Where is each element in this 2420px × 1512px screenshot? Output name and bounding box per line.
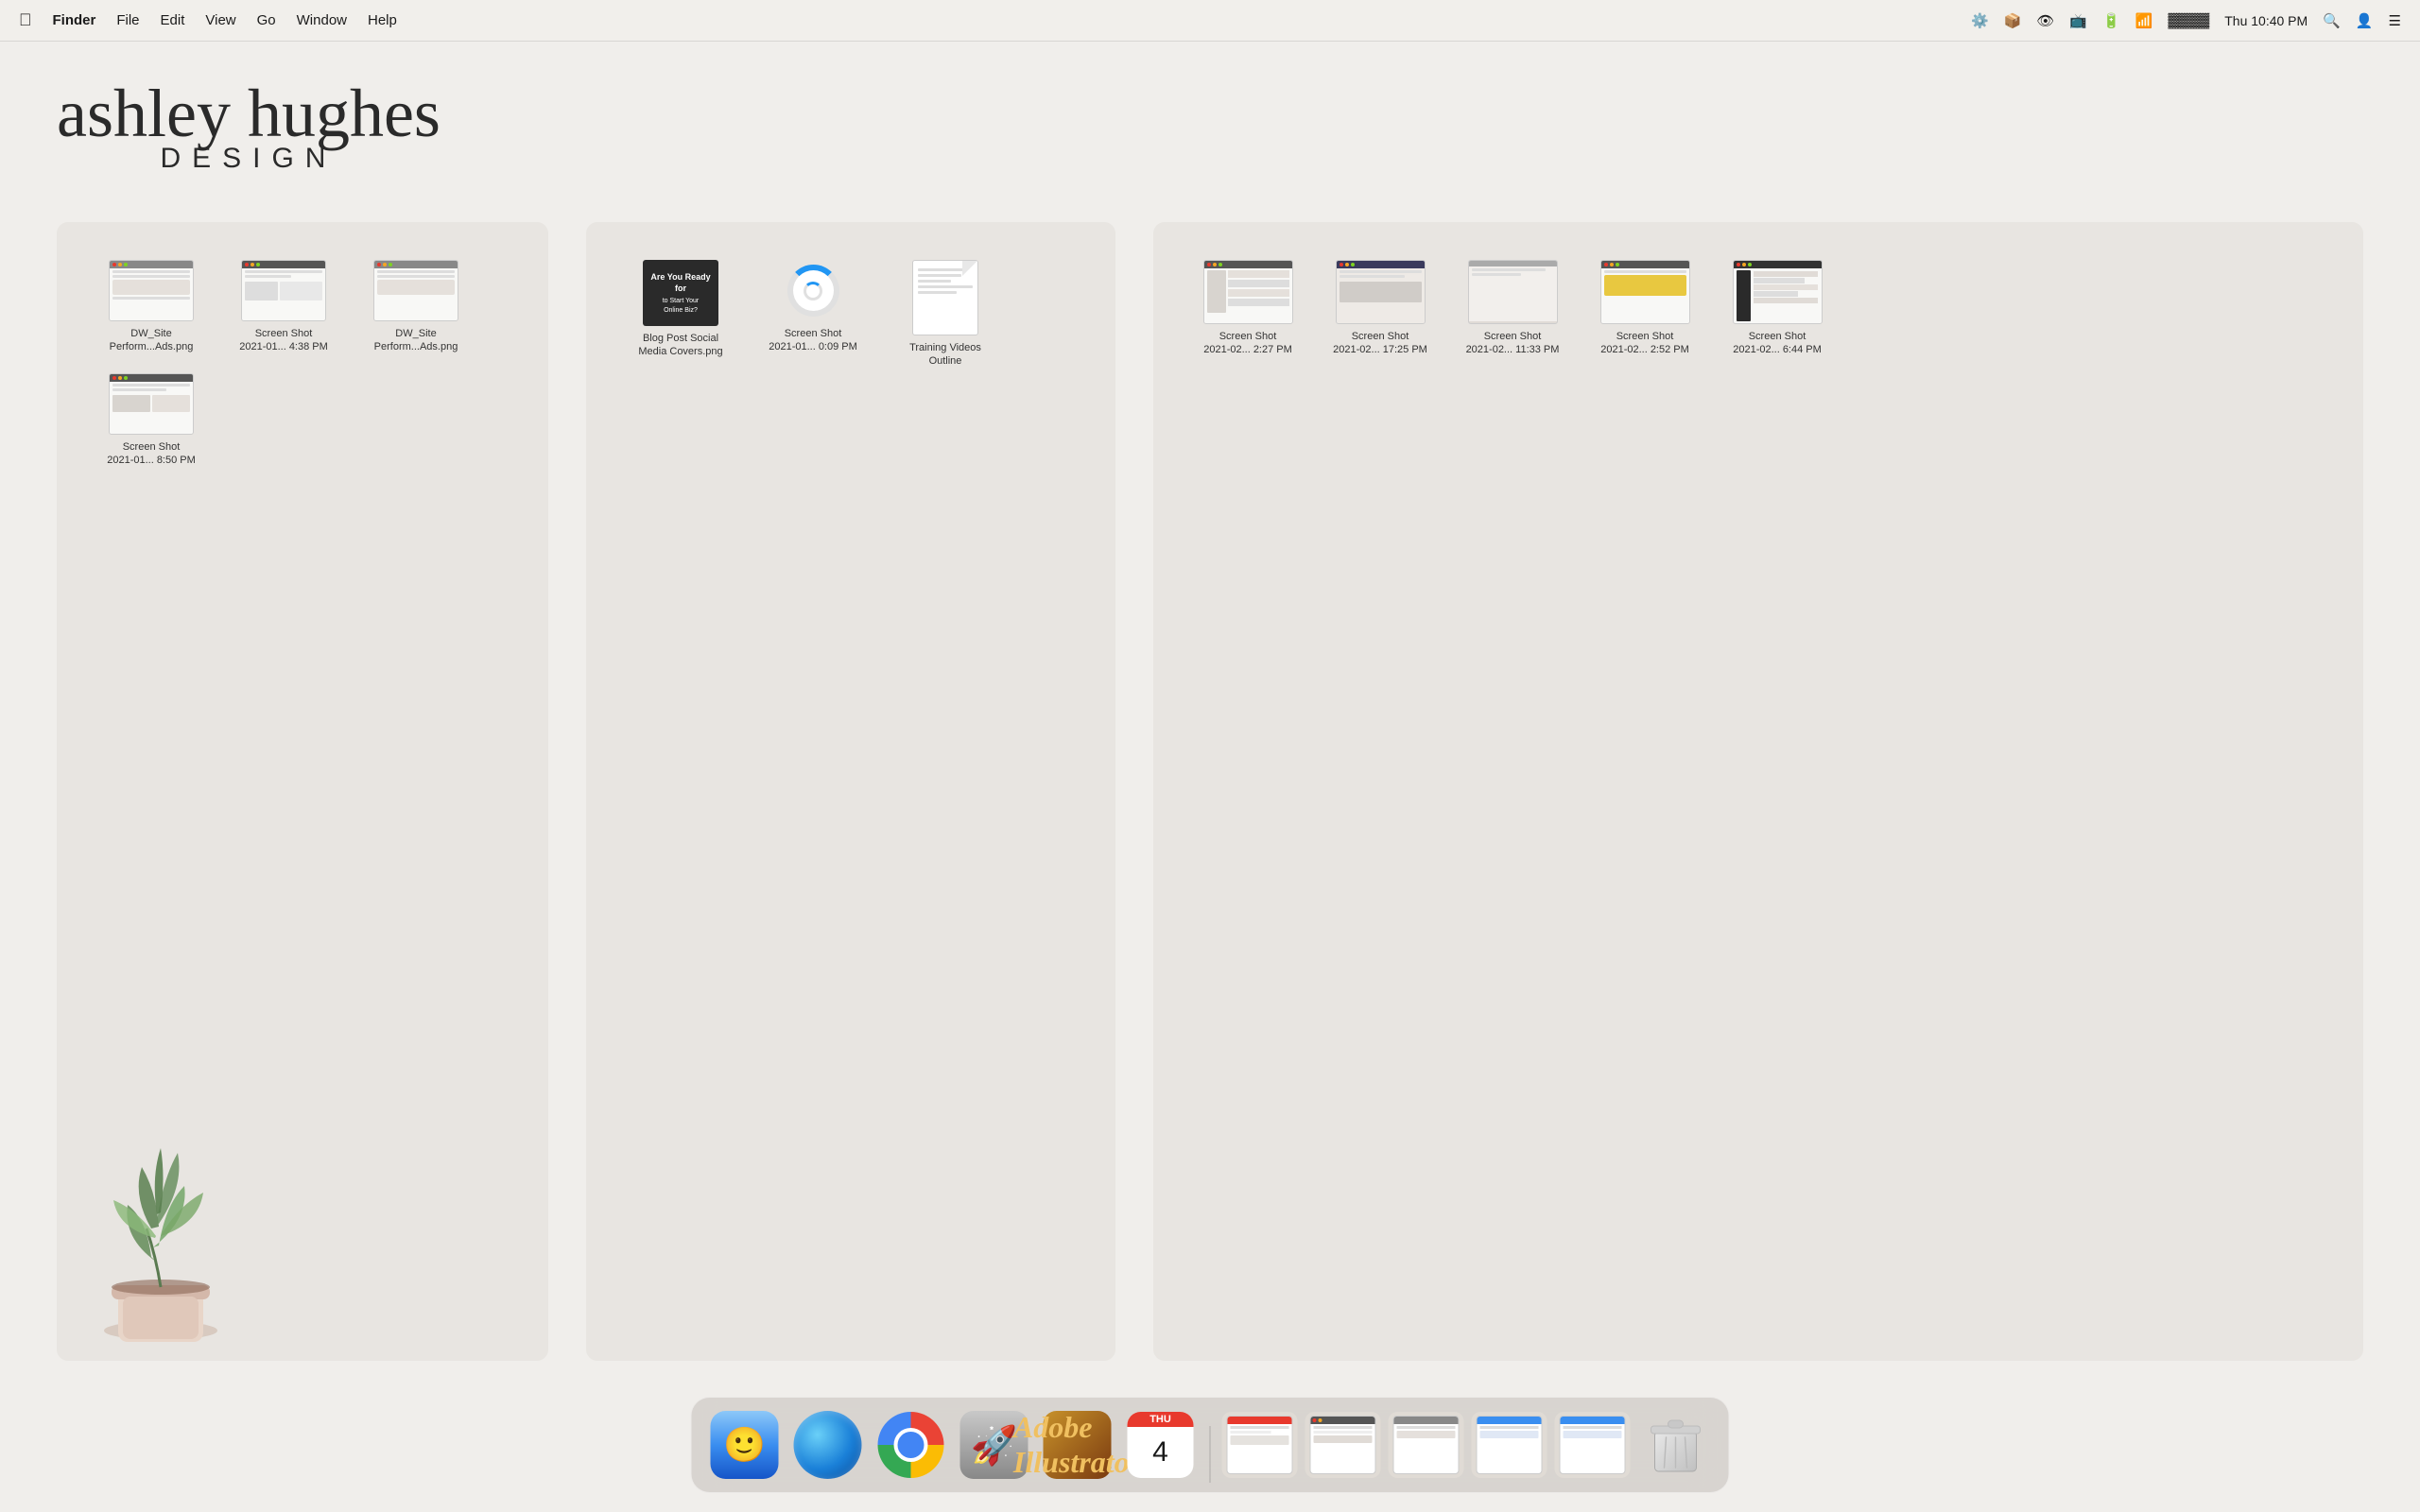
calendar-icon: THU 4 — [1128, 1412, 1194, 1478]
preview-icon-3 — [1389, 1412, 1464, 1478]
avatar-icon[interactable]: 👤 — [2356, 12, 2374, 29]
dock-item-trash[interactable] — [1638, 1407, 1714, 1483]
battery-save-icon[interactable]: 🔋 — [2102, 12, 2120, 29]
dock: 🙂 🚀 Adobe Illustrator THU 4 — [691, 1397, 1730, 1493]
desktop: ashley hughes DESIGN — [0, 42, 2420, 1399]
file-label: Screen Shot2021-02... 2:27 PM — [1203, 330, 1292, 357]
trash-icon — [1643, 1412, 1709, 1478]
file-label: Screen Shot2021-01... 0:09 PM — [769, 327, 857, 354]
list-item[interactable]: Screen Shot2021-01... 0:09 PM — [756, 260, 870, 369]
menu-file[interactable]: File — [116, 12, 139, 28]
menu-window[interactable]: Window — [297, 12, 347, 28]
file-thumbnail — [1733, 260, 1823, 324]
screenium-icon[interactable]: 👁 — [2036, 12, 2054, 29]
dock-item-preview2[interactable] — [1305, 1407, 1381, 1483]
file-thumbnail — [1336, 260, 1426, 324]
file-label: Screen Shot2021-01... 4:38 PM — [239, 327, 328, 354]
preview-icon-5 — [1555, 1412, 1631, 1478]
preview-icon-1 — [1222, 1412, 1298, 1478]
list-item[interactable]: Screen Shot2021-02... 6:44 PM — [1720, 260, 1834, 357]
file-thumbnail — [109, 373, 194, 435]
preview-icon-4 — [1472, 1412, 1547, 1478]
menubar-right: ⚙️ 📦 👁 📺 🔋 📶 ▓▓▓▓ Thu 10:40 PM 🔍 👤 ☰ — [1971, 12, 2401, 29]
file-label: Screen Shot2021-02... 2:52 PM — [1600, 330, 1689, 357]
wifi-icon[interactable]: 📶 — [2135, 12, 2153, 29]
logo-cursive-text: ashley hughes — [57, 79, 441, 147]
logo-area: ashley hughes DESIGN — [57, 79, 441, 175]
file-label: Screen Shot2021-01... 8:50 PM — [107, 440, 196, 468]
file-label: Blog Post SocialMedia Covers.png — [638, 332, 722, 359]
file-thumbnail — [373, 260, 458, 321]
list-item[interactable]: Screen Shot2021-02... 2:52 PM — [1588, 260, 1702, 357]
battery-icon[interactable]: ▓▓▓▓ — [2168, 12, 2209, 28]
file-thumbnail — [912, 260, 978, 335]
gear-icon[interactable]: ⚙️ — [1971, 12, 1989, 29]
dock-item-preview1[interactable] — [1222, 1407, 1298, 1483]
dock-item-illustrator[interactable]: Adobe Illustrator — [1040, 1407, 1115, 1483]
dock-item-finder[interactable]: 🙂 — [707, 1407, 783, 1483]
list-item[interactable]: Are You Ready for to Start Your Online B… — [624, 260, 737, 369]
file-thumbnail — [241, 260, 326, 321]
file-label: Screen Shot2021-02... 17:25 PM — [1333, 330, 1427, 357]
list-item[interactable]: Screen Shot2021-02... 17:25 PM — [1323, 260, 1437, 357]
list-item[interactable]: Screen Shot2021-01... 8:50 PM — [95, 373, 208, 468]
panel-1: DW_SitePerform...Ads.png — [57, 222, 548, 1361]
file-grid-1: DW_SitePerform...Ads.png — [85, 250, 520, 476]
list-item[interactable]: Screen Shot2021-01... 4:38 PM — [227, 260, 340, 354]
file-label: Training VideosOutline — [909, 341, 981, 369]
menu-edit[interactable]: Edit — [161, 12, 185, 28]
dock-item-preview4[interactable] — [1472, 1407, 1547, 1483]
list-item[interactable]: DW_SitePerform...Ads.png — [95, 260, 208, 354]
menu-view[interactable]: View — [205, 12, 235, 28]
dock-item-chrome[interactable] — [873, 1407, 949, 1483]
airplay-icon[interactable]: 📺 — [2069, 12, 2087, 29]
search-icon[interactable]: 🔍 — [2323, 12, 2341, 29]
dock-item-preview5[interactable] — [1555, 1407, 1631, 1483]
file-label: Screen Shot2021-02... 6:44 PM — [1733, 330, 1822, 357]
panel-3: Screen Shot2021-02... 2:27 PM — [1153, 222, 2363, 1361]
chrome-icon — [878, 1412, 944, 1478]
calendar-month: THU — [1128, 1412, 1194, 1427]
plant-svg — [76, 1125, 246, 1361]
dock-item-preview3[interactable] — [1389, 1407, 1464, 1483]
panel-2: Are You Ready for to Start Your Online B… — [586, 222, 1115, 1361]
plant-decoration — [76, 1125, 246, 1361]
orbit-icon — [794, 1411, 862, 1479]
dock-item-orbit[interactable] — [790, 1407, 866, 1483]
finder-icon: 🙂 — [711, 1411, 779, 1479]
file-label: DW_SitePerform...Ads.png — [110, 327, 194, 354]
list-item[interactable]: Screen Shot2021-02... 11:33 PM — [1456, 260, 1569, 357]
file-thumbnail — [1600, 260, 1690, 324]
menu-go[interactable]: Go — [257, 12, 276, 28]
menu-help[interactable]: Help — [368, 12, 397, 28]
list-item[interactable]: DW_SitePerform...Ads.png — [359, 260, 473, 354]
dock-divider — [1210, 1426, 1211, 1483]
dropbox-icon[interactable]: 📦 — [2004, 12, 2022, 29]
file-thumbnail: Are You Ready for to Start Your Online B… — [643, 260, 718, 326]
menubar:  Finder File Edit View Go Window Help ⚙… — [0, 0, 2420, 42]
file-label: DW_SitePerform...Ads.png — [374, 327, 458, 354]
menubar-left:  Finder File Edit View Go Window Help — [19, 10, 397, 30]
illustrator-icon: Adobe Illustrator — [1044, 1411, 1112, 1479]
file-grid-2: Are You Ready for to Start Your Online B… — [614, 250, 1087, 378]
file-thumbnail — [109, 260, 194, 321]
list-item[interactable]: Screen Shot2021-02... 2:27 PM — [1191, 260, 1305, 357]
preview-icon-2 — [1305, 1412, 1381, 1478]
calendar-day: 4 — [1128, 1427, 1194, 1478]
list-item[interactable]: Training VideosOutline — [889, 260, 1002, 369]
file-thumbnail — [1468, 260, 1558, 324]
apple-logo-icon[interactable]:  — [19, 10, 32, 30]
file-grid-3: Screen Shot2021-02... 2:27 PM — [1182, 250, 2335, 367]
file-label: Screen Shot2021-02... 11:33 PM — [1466, 330, 1560, 357]
menu-finder[interactable]: Finder — [53, 12, 96, 28]
file-thumbnail — [778, 260, 849, 321]
panels-row: DW_SitePerform...Ads.png — [57, 222, 2363, 1361]
file-thumbnail — [1203, 260, 1293, 324]
controls-icon[interactable]: ☰ — [2389, 12, 2401, 29]
dock-item-calendar[interactable]: THU 4 — [1123, 1407, 1199, 1483]
clock: Thu 10:40 PM — [2224, 13, 2308, 28]
